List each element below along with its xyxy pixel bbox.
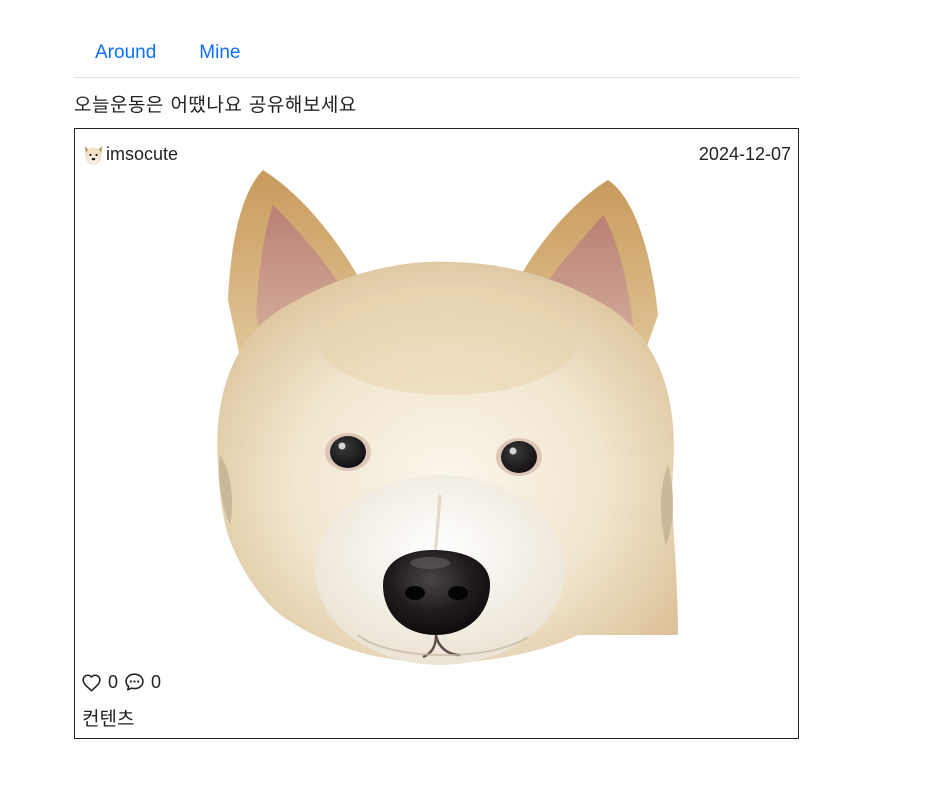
- page-headline: 오늘운동은 어땠나요 공유해보세요: [74, 94, 357, 116]
- post-header: imsocute 2024-12-07: [82, 141, 791, 167]
- like-button[interactable]: 0: [81, 672, 118, 693]
- post-card[interactable]: imsocute 2024-12-07 0 0 컨텐츠: [74, 128, 799, 739]
- comment-count: 0: [151, 671, 162, 692]
- post-author[interactable]: imsocute: [82, 143, 178, 166]
- post-author-name: imsocute: [106, 143, 179, 164]
- post-image[interactable]: [208, 165, 682, 669]
- post-content: 컨텐츠: [82, 708, 135, 730]
- tab-mine-label: Mine: [199, 42, 241, 63]
- heart-icon: [81, 673, 102, 692]
- dog-avatar-icon: [82, 143, 105, 166]
- post-reactions: 0 0: [81, 670, 161, 694]
- comment-bubble-icon: [124, 672, 145, 692]
- tab-nav: Around Mine: [74, 30, 799, 78]
- tab-mine[interactable]: Mine: [178, 30, 261, 77]
- post-date: 2024-12-07: [698, 143, 791, 164]
- comment-button[interactable]: 0: [124, 672, 161, 693]
- tab-around[interactable]: Around: [74, 30, 177, 77]
- tab-around-label: Around: [95, 42, 157, 63]
- like-count: 0: [108, 671, 119, 692]
